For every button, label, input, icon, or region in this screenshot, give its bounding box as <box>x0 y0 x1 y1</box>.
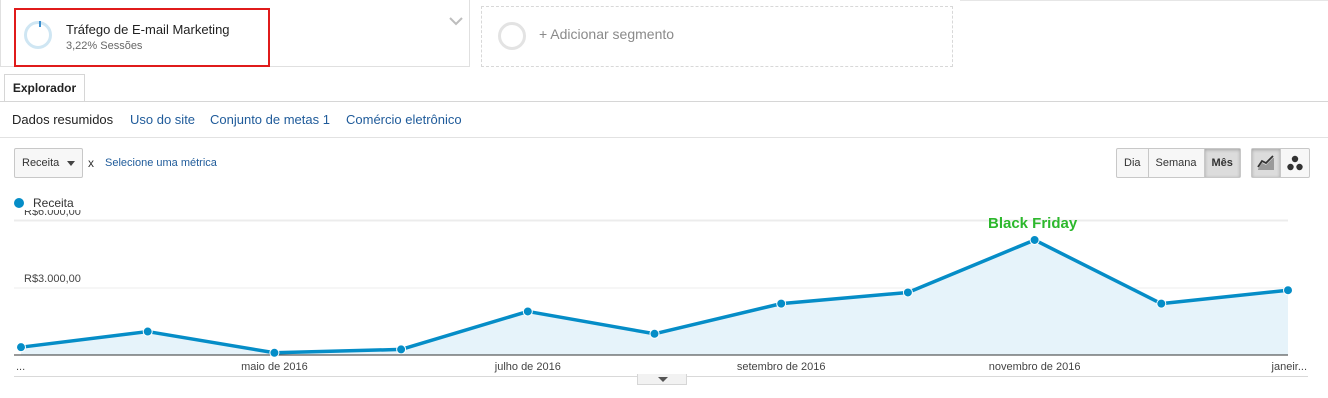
annotation-black-friday: Black Friday <box>988 215 1078 232</box>
caret-down-icon <box>67 161 75 166</box>
y-tick-label: R$3.000,00 <box>24 273 81 285</box>
data-point <box>396 344 407 355</box>
subnav-comercio-eletronico[interactable]: Comércio eletrônico <box>346 112 462 127</box>
metric-dropdown[interactable]: Receita <box>14 148 83 178</box>
expand-arrow-icon <box>658 377 668 382</box>
subnav-conjunto-de-metas[interactable]: Conjunto de metas 1 <box>210 112 330 127</box>
period-toggle-group: Dia Semana Mês <box>1116 148 1241 178</box>
metric-dropdown-value: Receita <box>22 157 60 169</box>
data-point <box>269 347 280 358</box>
data-point <box>16 342 26 353</box>
chevron-down-icon[interactable] <box>447 12 465 30</box>
select-metric-link[interactable]: Selecione uma métrica <box>105 157 217 169</box>
data-point <box>902 287 913 298</box>
data-point <box>142 326 153 337</box>
remove-metric-button[interactable]: x <box>88 156 94 170</box>
segment-subtitle: 3,22% Sessões <box>66 40 143 52</box>
segment-ring-icon <box>24 21 52 49</box>
data-point <box>776 298 787 309</box>
data-point <box>649 328 660 339</box>
legend-receita-label: Receita <box>33 196 74 210</box>
data-point <box>522 306 533 317</box>
subnav-uso-do-site[interactable]: Uso do site <box>130 112 195 127</box>
segment-title[interactable]: Tráfego de E-mail Marketing <box>66 22 230 37</box>
line-chart-icon[interactable] <box>1252 149 1281 177</box>
period-button-semana[interactable]: Semana <box>1149 149 1205 177</box>
tab-divider <box>0 101 1328 102</box>
x-tick-label: novembro de 2016 <box>989 361 1081 373</box>
add-segment-label[interactable]: + Adicionar segmento <box>539 26 674 42</box>
expand-chart-handle[interactable] <box>637 374 687 385</box>
period-button-dia[interactable]: Dia <box>1117 149 1149 177</box>
x-tick-label: janeir... <box>1271 361 1307 373</box>
revenue-chart[interactable]: R$6.000,00 R$3.000,00... maio de 2016 julho… <box>0 210 1328 390</box>
motion-chart-icon[interactable] <box>1281 149 1309 177</box>
subnav-dados-resumidos[interactable]: Dados resumidos <box>12 112 113 127</box>
data-point <box>1283 285 1293 296</box>
data-point <box>1156 298 1167 309</box>
legend-receita-marker <box>14 198 24 208</box>
period-button-mes[interactable]: Mês <box>1204 149 1240 177</box>
subnav-divider <box>0 137 1328 138</box>
x-tick-label: maio de 2016 <box>241 361 308 373</box>
add-segment-ring-icon <box>498 22 526 50</box>
segment-highlight-box <box>14 8 270 67</box>
tab-explorador[interactable]: Explorador <box>4 74 85 102</box>
divider <box>960 0 1328 1</box>
chart-type-toggle-group <box>1251 148 1310 178</box>
x-tick-label: ... <box>16 361 25 373</box>
x-tick-label: julho de 2016 <box>494 361 561 373</box>
data-point <box>1029 234 1040 245</box>
y-tick-label: R$6.000,00 <box>24 210 81 218</box>
x-tick-label: setembro de 2016 <box>737 361 826 373</box>
